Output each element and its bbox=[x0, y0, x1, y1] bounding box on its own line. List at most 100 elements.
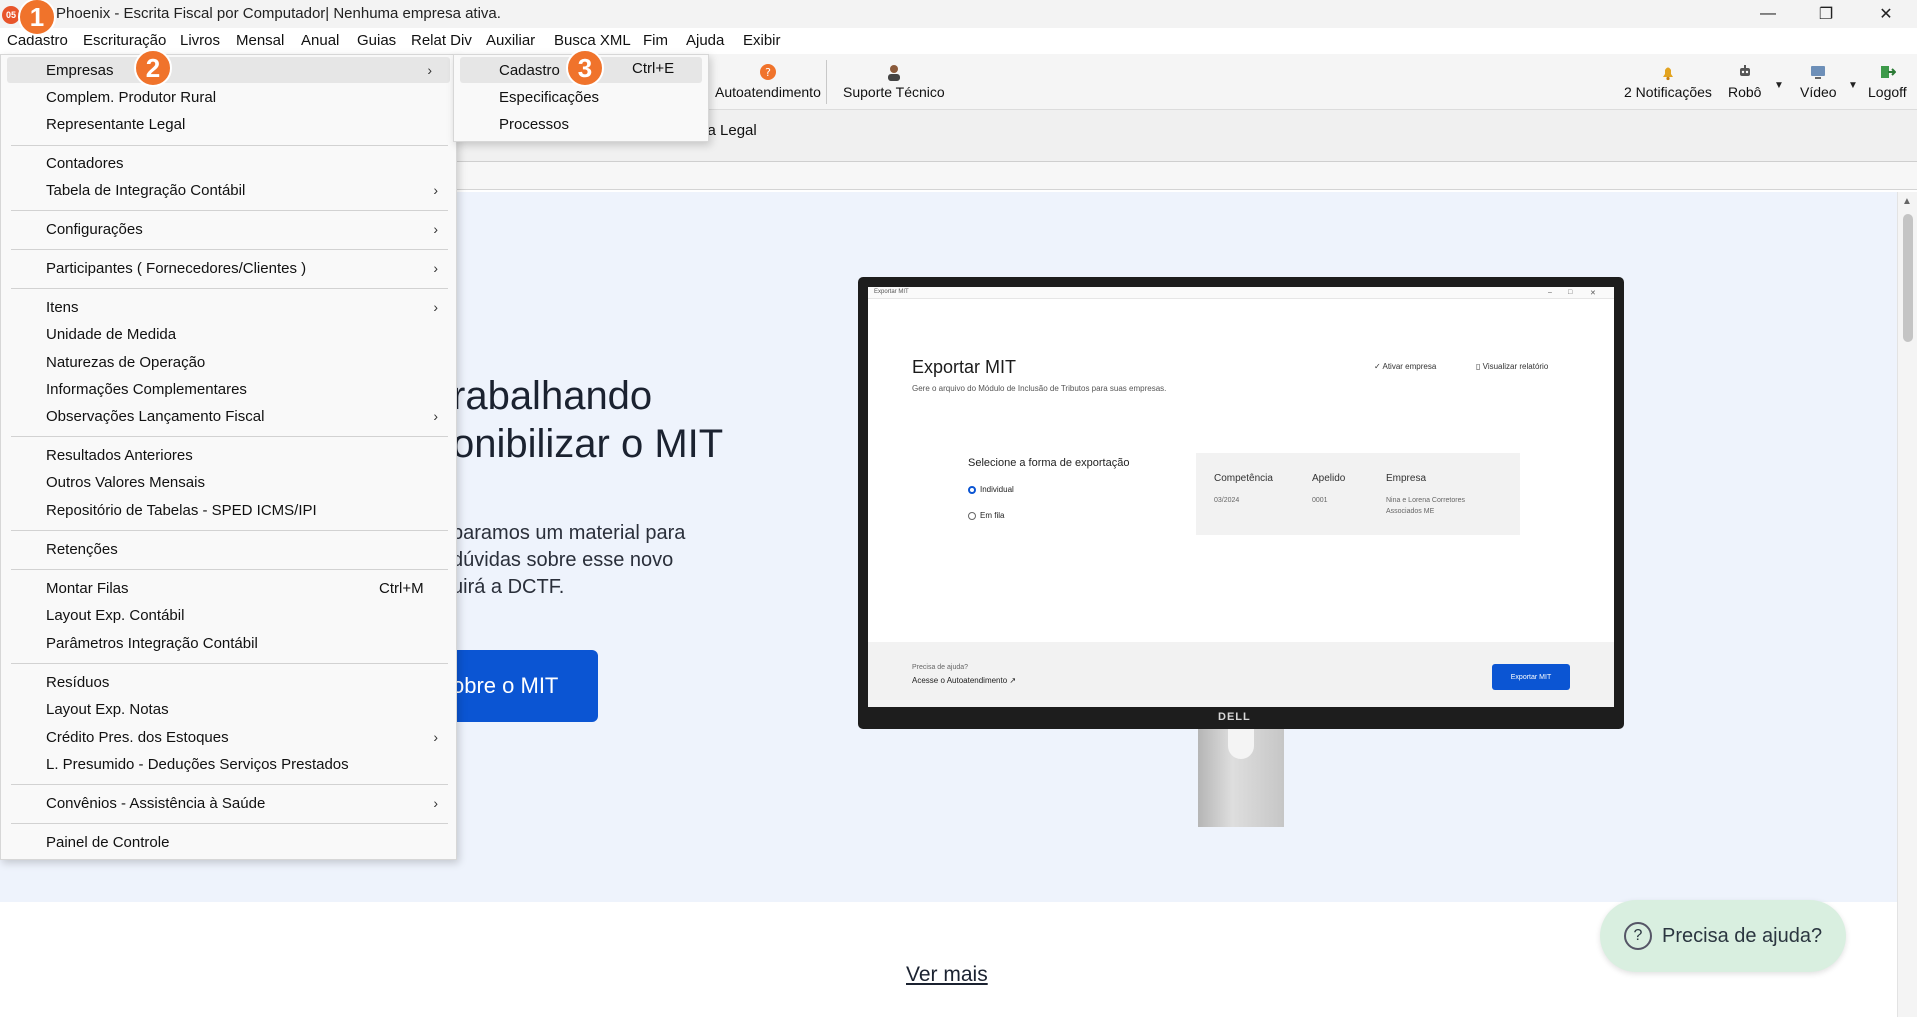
robo-dropdown-icon[interactable]: ▼ bbox=[1774, 80, 1784, 91]
screen-radio-individual: Individual bbox=[968, 485, 1014, 494]
video-dropdown-icon[interactable]: ▼ bbox=[1848, 80, 1858, 91]
screen-export-button: Exportar MIT bbox=[1492, 664, 1570, 690]
bell-icon bbox=[1658, 62, 1678, 82]
screen-window-title: Exportar MIT bbox=[874, 289, 909, 295]
menu-item-contadores[interactable]: Contadores bbox=[1, 150, 456, 176]
menu-item-empresas[interactable]: Empresas › bbox=[7, 57, 450, 83]
menu-item-repositorio-tabelas[interactable]: Repositório de Tabelas - SPED ICMS/IPI bbox=[1, 497, 456, 523]
menu-item-painel-controle[interactable]: Painel de Controle bbox=[1, 829, 456, 855]
screen-help-link: Acesse o Autoatendimento ↗ bbox=[912, 676, 1017, 685]
video-label: Vídeo bbox=[1800, 84, 1837, 100]
monitor-stand-notch bbox=[1228, 729, 1254, 759]
menu-separator bbox=[11, 249, 448, 250]
menu-bar: Cadastro Escrituração Livros Mensal Anua… bbox=[0, 28, 1917, 54]
screen-th-empresa: Empresa bbox=[1386, 473, 1427, 484]
menu-fim[interactable]: Fim bbox=[643, 32, 668, 49]
screen-titlebar: Exportar MIT bbox=[868, 287, 1614, 299]
menu-item-unidade-medida[interactable]: Unidade de Medida bbox=[1, 321, 456, 347]
help-orange-icon: ? bbox=[758, 62, 778, 82]
radio-on-icon bbox=[968, 485, 976, 494]
scroll-thumb[interactable] bbox=[1903, 214, 1913, 342]
submenu-arrow-icon: › bbox=[433, 299, 438, 315]
menu-item-convenios-saude[interactable]: Convênios - Assistência à Saúde › bbox=[1, 790, 456, 816]
menu-busca-xml[interactable]: Busca XML bbox=[554, 32, 631, 49]
menu-relat-div[interactable]: Relat Div bbox=[411, 32, 472, 49]
menu-escrituracao[interactable]: Escrituração bbox=[83, 32, 166, 49]
menu-item-retencoes[interactable]: Retenções bbox=[1, 536, 456, 562]
menu-item-layout-exp-contabil[interactable]: Layout Exp. Contábil bbox=[1, 602, 456, 628]
menu-item-representante-legal[interactable]: Representante Legal bbox=[1, 111, 456, 137]
menu-item-complem-produtor-rural[interactable]: Complem. Produtor Rural bbox=[1, 84, 456, 110]
video-icon bbox=[1808, 62, 1828, 82]
menu-item-montar-filas[interactable]: Montar Filas Ctrl+M bbox=[1, 575, 456, 601]
step-badge-2: 2 bbox=[134, 49, 172, 87]
submenu-arrow-icon: › bbox=[427, 62, 432, 78]
screen-activate-link: ✓ Ativar empresa bbox=[1374, 362, 1437, 371]
logoff-button[interactable]: Logoff bbox=[1868, 62, 1907, 100]
menu-item-credito-pres-estoques[interactable]: Crédito Pres. dos Estoques › bbox=[1, 724, 456, 750]
menu-item-configuracoes[interactable]: Configurações › bbox=[1, 216, 456, 242]
menu-separator bbox=[11, 436, 448, 437]
autoatendimento-button[interactable]: ? Autoatendimento bbox=[715, 62, 821, 100]
menu-item-resultados-anteriores[interactable]: Resultados Anteriores bbox=[1, 442, 456, 468]
menu-ajuda[interactable]: Ajuda bbox=[686, 32, 724, 49]
menu-item-residuos[interactable]: Resíduos bbox=[1, 669, 456, 695]
menu-item-label: Itens bbox=[46, 298, 79, 316]
submenu-arrow-icon: › bbox=[433, 260, 438, 276]
help-chat-label: Precisa de ajuda? bbox=[1662, 924, 1823, 947]
screen-close-icon: ✕ bbox=[1590, 290, 1596, 297]
menu-livros[interactable]: Livros bbox=[180, 32, 220, 49]
menu-item-outros-valores[interactable]: Outros Valores Mensais bbox=[1, 469, 456, 495]
menu-item-parametros-integracao[interactable]: Parâmetros Integração Contábil bbox=[1, 630, 456, 656]
menu-item-layout-exp-notas[interactable]: Layout Exp. Notas bbox=[1, 696, 456, 722]
screen-title: Exportar MIT bbox=[912, 357, 1017, 377]
menu-item-label: Participantes ( Fornecedores/Clientes ) bbox=[46, 259, 307, 277]
menu-anual[interactable]: Anual bbox=[301, 32, 339, 49]
suporte-label: Suporte Técnico bbox=[843, 84, 945, 100]
menu-guias[interactable]: Guias bbox=[357, 32, 396, 49]
robo-label: Robô bbox=[1728, 84, 1762, 100]
svg-text:?: ? bbox=[765, 66, 771, 79]
menu-item-observacoes-lancamento[interactable]: Observações Lançamento Fiscal › bbox=[1, 403, 456, 429]
menu-item-informacoes-complementares[interactable]: Informações Complementares bbox=[1, 376, 456, 402]
menu-item-label: Montar Filas bbox=[46, 579, 129, 597]
restore-button[interactable]: ❐ bbox=[1797, 0, 1855, 28]
screen-report-link: ▯ Visualizar relatório bbox=[1476, 362, 1549, 371]
notificacoes-button[interactable]: 2 Notificações bbox=[1624, 62, 1712, 100]
menu-mensal[interactable]: Mensal bbox=[236, 32, 284, 49]
menu-item-tabela-integracao[interactable]: Tabela de Integração Contábil › bbox=[1, 177, 456, 203]
screen-td-empresa-1: Nina e Lorena Corretores bbox=[1386, 497, 1465, 504]
hero-paragraph-line3: uirá a DCTF. bbox=[452, 576, 565, 598]
menu-auxiliar[interactable]: Auxiliar bbox=[486, 32, 535, 49]
step-badge-3: 3 bbox=[566, 49, 604, 87]
submenu-item-processos[interactable]: Processos bbox=[454, 111, 708, 137]
cadastro-shortcut: Ctrl+E bbox=[632, 60, 675, 77]
hero-heading-line1: rabalhando bbox=[452, 374, 653, 418]
submenu-item-especificacoes[interactable]: Especificações bbox=[454, 84, 708, 110]
menu-shortcut: Ctrl+M bbox=[379, 579, 424, 597]
toolbar-separator bbox=[826, 60, 827, 104]
autoatendimento-label: Autoatendimento bbox=[715, 84, 821, 100]
radio-individual-label: Individual bbox=[980, 485, 1014, 494]
screen-th-apelido: Apelido bbox=[1312, 473, 1346, 484]
robot-icon bbox=[1735, 62, 1755, 82]
menu-item-itens[interactable]: Itens › bbox=[1, 294, 456, 320]
ver-mais-link[interactable]: Ver mais bbox=[906, 963, 988, 987]
vertical-scrollbar[interactable]: ▲ bbox=[1897, 192, 1917, 1017]
menu-item-label: Convênios - Assistência à Saúde bbox=[46, 794, 266, 812]
video-button[interactable]: Vídeo bbox=[1800, 62, 1837, 100]
scroll-up-icon[interactable]: ▲ bbox=[1902, 196, 1912, 207]
close-button[interactable]: ✕ bbox=[1857, 0, 1915, 28]
menu-item-l-presumido-deducoes[interactable]: L. Presumido - Deduções Serviços Prestad… bbox=[1, 751, 456, 777]
notificacoes-label: 2 Notificações bbox=[1624, 84, 1712, 100]
minimize-button[interactable]: — bbox=[1739, 0, 1797, 28]
menu-exibir[interactable]: Exibir bbox=[743, 32, 781, 49]
robo-button[interactable]: Robô bbox=[1728, 62, 1761, 100]
help-chat-button[interactable]: ? Precisa de ajuda? bbox=[1600, 900, 1846, 972]
menu-item-naturezas-operacao[interactable]: Naturezas de Operação bbox=[1, 349, 456, 375]
menu-item-participantes[interactable]: Participantes ( Fornecedores/Clientes ) › bbox=[1, 255, 456, 281]
suporte-tecnico-button[interactable]: Suporte Técnico bbox=[843, 62, 945, 100]
menu-separator bbox=[11, 210, 448, 211]
submenu-arrow-icon: › bbox=[433, 729, 438, 745]
hero-paragraph-line2: dúvidas sobre esse novo bbox=[452, 549, 674, 571]
